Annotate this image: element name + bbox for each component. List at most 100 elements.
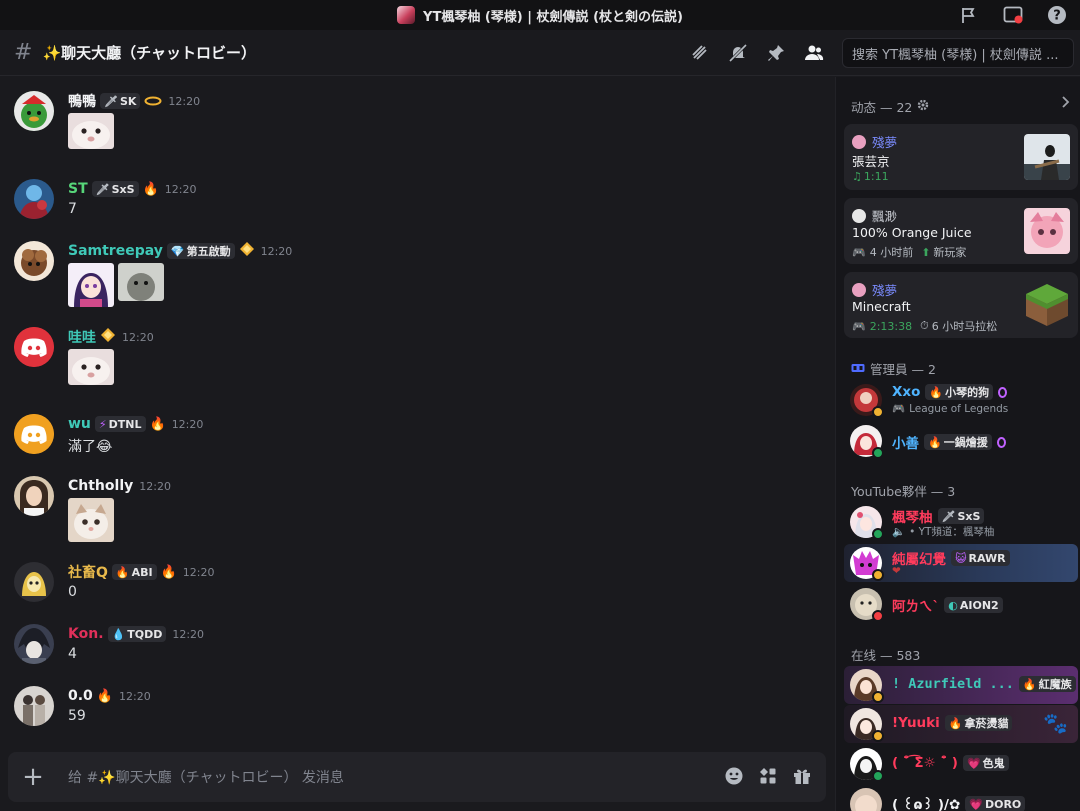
channel-hash-icon: # (14, 40, 33, 65)
avatar (850, 669, 884, 703)
message-composer[interactable]: + 给 #✨聊天大廳（チャットロビー） 发消息 (8, 752, 826, 802)
member-row[interactable]: ( ¯͒ ͡Ʃ☼ ¯͒ ) 💗 色鬼 (844, 745, 1078, 783)
tag-label: 紅魔族 (1038, 678, 1072, 691)
flame-icon: 🔥 (948, 716, 963, 730)
member-list-icon[interactable] (804, 42, 824, 64)
threads-icon[interactable] (690, 42, 710, 64)
guild-tag: 🔥 小琴的狗 (925, 384, 994, 400)
emoji-icon[interactable] (724, 766, 744, 790)
mute-bell-icon[interactable] (728, 42, 748, 64)
member-activity: League of Legends (909, 402, 1009, 415)
online-header: 在线 — 583 (851, 645, 920, 664)
message: 社畜Q 🔥 ABI 🔥 12:20 0 (14, 562, 814, 606)
avatar (850, 547, 884, 581)
avatar[interactable] (14, 241, 54, 281)
member-row[interactable]: ! Azurfield ... 🔥 紅魔族 (844, 666, 1078, 704)
search-input[interactable]: 搜索 YT楓琴柚 (琴様) | 杖劍傳説 ... (842, 38, 1074, 68)
add-attachment-button[interactable]: + (8, 752, 58, 802)
gear-icon[interactable] (917, 99, 929, 114)
member-row[interactable]: 小善 🔥 一鍋燴援 (844, 422, 1078, 460)
status-idle-icon (872, 569, 884, 581)
message-list[interactable]: 鴨鴨 🗡 SK 12:20 ST 🗡 SxS 🔥 12:20 7 Samtree… (0, 77, 835, 811)
member-row[interactable]: 純屬幻覺 😺 RAWR ❤ (844, 544, 1078, 582)
halo-icon (144, 92, 162, 111)
gamepad-icon: 🎮 (892, 403, 906, 415)
apps-icon[interactable] (758, 766, 778, 790)
member-row[interactable]: !Yuuki 🔥 拿菸燙貓 🐾 (844, 705, 1078, 743)
username[interactable]: 哇哇 (68, 327, 96, 347)
member-row[interactable]: ( ꒰ɷ꒱ )/✿ 💗 DORO (844, 785, 1078, 811)
member-row[interactable]: 阿ㄌㄟˋ ◐ AION2 (844, 585, 1078, 623)
fire-icon: 🔥 (142, 181, 159, 197)
username[interactable]: Chtholly (68, 478, 133, 494)
pin-icon[interactable] (766, 42, 786, 64)
gift-icon[interactable] (792, 766, 812, 790)
activity-badge: 新玩家 (933, 246, 967, 259)
avatar[interactable] (14, 327, 54, 367)
heart-icon: 💗 (969, 797, 983, 811)
server-icon[interactable] (397, 6, 416, 24)
sword-icon: 🗡 (104, 94, 118, 108)
username[interactable]: 0.0 (68, 688, 93, 704)
activity-header[interactable]: 动态 — 22 (851, 96, 1071, 116)
activity-elapsed: 1:11 (863, 170, 889, 183)
activity-card[interactable]: 殘夢 張芸京 ♫ 1:11 (844, 124, 1078, 190)
sticker-cat-face[interactable] (68, 349, 114, 385)
chevron-right-icon[interactable] (1061, 96, 1071, 111)
fire-icon: 🔥 (149, 416, 166, 432)
member-name: ! Azurfield ... (892, 676, 1014, 692)
username[interactable]: 社畜Q (68, 562, 108, 582)
avatar[interactable] (14, 414, 54, 454)
avatar[interactable] (14, 686, 54, 726)
avatar[interactable] (14, 624, 54, 664)
mini-avatar (852, 134, 866, 149)
status-online-icon (872, 770, 884, 782)
member-row[interactable]: 楓琴柚 🗡 SxS 🔈 • YT頻道：楓琴柚 (844, 503, 1078, 541)
guild-tag[interactable]: 🗡 SxS (91, 181, 139, 197)
help-icon[interactable]: ? (1046, 4, 1068, 26)
timestamp: 12:20 (260, 244, 293, 258)
member-row[interactable]: Xxo 🔥 小琴的狗 🎮 League of Legends (844, 381, 1078, 419)
message-text: 4 (68, 646, 77, 662)
channel-name: ✨聊天大廳（チャットロビー） (42, 44, 256, 62)
sticker-cat-face[interactable] (68, 113, 114, 149)
timestamp: 12:20 (171, 417, 204, 431)
sticker-seal[interactable] (118, 263, 164, 301)
ring-icon: ◐ (948, 598, 958, 612)
activity-card[interactable]: 殘夢 Minecraft 🎮 2:13:38 ⏱ 6 小时马拉松 (844, 272, 1078, 338)
avatar[interactable] (14, 91, 54, 131)
activity-card[interactable]: 飄渺 100% Orange Juice 🎮 4 小时前 ⬆ 新玩家 (844, 198, 1078, 264)
username[interactable]: Samtreepay (68, 243, 163, 259)
guild-tag[interactable]: 💧 TQDD (107, 626, 167, 642)
inbox-icon[interactable] (1002, 4, 1024, 26)
title-bar: YT楓琴柚 (琴様) | 杖劍傳説 (杖と剣の伝説) ? (0, 0, 1080, 30)
username[interactable]: wu (68, 416, 91, 432)
avatar[interactable] (14, 562, 54, 602)
status-dnd-icon (872, 406, 884, 418)
sticker-cat-photo[interactable] (68, 498, 114, 542)
avatar (850, 748, 884, 782)
username[interactable]: 鴨鴨 (68, 91, 96, 111)
guild-tag[interactable]: 🔥 ABI (111, 564, 157, 580)
diamond-badge-icon (239, 241, 255, 261)
timestamp: 12:20 (119, 689, 151, 703)
guild-tag[interactable]: 💎 第五啟動 (166, 243, 235, 259)
droplet-icon: 💧 (111, 627, 126, 641)
sticker-anime-girl[interactable] (68, 263, 114, 307)
avatar[interactable] (14, 476, 54, 516)
avatar[interactable] (14, 179, 54, 219)
message: 哇哇 12:20 (14, 327, 814, 397)
avatar (850, 384, 884, 418)
flag-icon[interactable] (958, 4, 980, 26)
username[interactable]: ST (68, 181, 88, 197)
message-text: 7 (68, 201, 77, 217)
sword-icon: 🗡 (941, 509, 956, 523)
guild-tag[interactable]: 🗡 SK (100, 93, 141, 109)
status-online-icon (872, 528, 884, 540)
member-sidebar[interactable]: 动态 — 22 殘夢 張芸京 ♫ 1:11 飄渺 100% Orange Jui… (835, 77, 1080, 811)
partner-header-label: YouTube夥伴 — 3 (851, 484, 956, 499)
guild-tag[interactable]: ⚡ DTNL (94, 416, 146, 432)
sword-icon: 🗡 (95, 182, 110, 196)
username[interactable]: Kon. (68, 626, 104, 642)
tag-label: RAWR (968, 551, 1006, 565)
